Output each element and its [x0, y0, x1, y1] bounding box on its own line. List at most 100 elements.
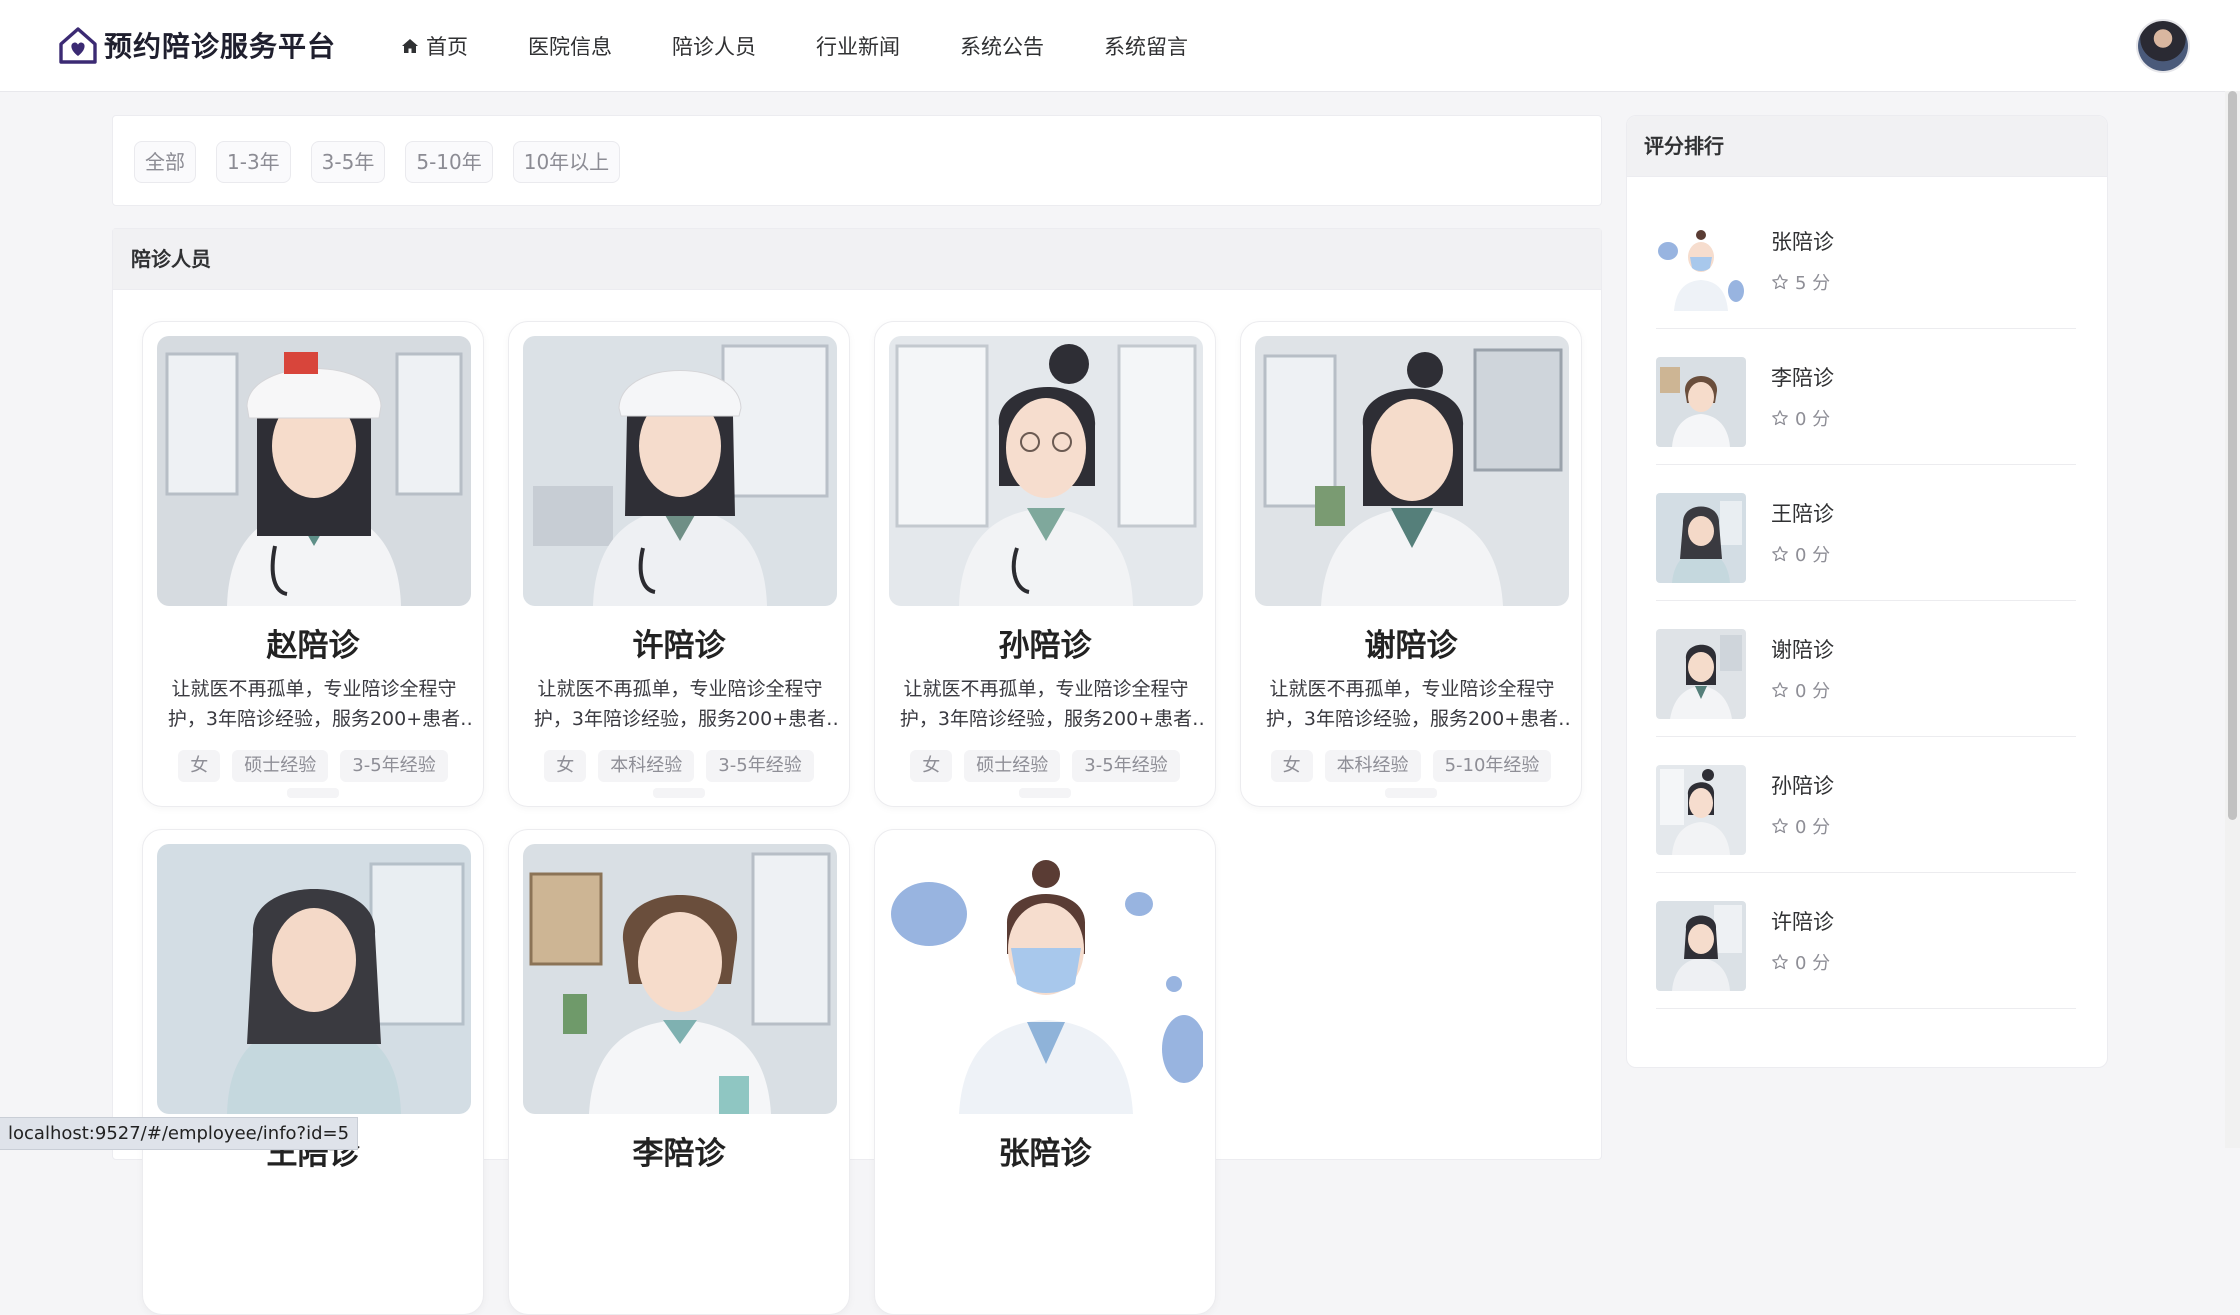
staff-name: 李陪诊	[632, 1136, 726, 1172]
staff-card[interactable]: 李陪诊	[508, 829, 850, 1315]
filter-10-plus-years[interactable]: 10年以上	[512, 141, 621, 183]
tag-gender: 女	[178, 750, 221, 782]
staff-photo	[523, 844, 837, 1114]
ranking-item[interactable]: 王陪诊 0 分	[1656, 464, 2076, 601]
staff-photo	[1255, 336, 1569, 606]
ranking-item[interactable]: 孙陪诊 0 分	[1656, 736, 2076, 873]
ranking-score: 0 分	[1771, 949, 1830, 975]
nav-system-message[interactable]: 系统留言	[1104, 31, 1188, 61]
house-heart-logo-icon	[59, 27, 97, 64]
filter-3-5-years[interactable]: 3-5年	[310, 141, 386, 183]
staff-name: 谢陪诊	[1364, 628, 1458, 664]
staff-name: 孙陪诊	[998, 628, 1092, 664]
scrollbar-thumb[interactable]	[2228, 91, 2237, 820]
rating-ranking-panel: 评分排行 张陪诊 5 分 李陪诊 0 分 王陪诊 0 分 谢陪诊 0 分 孙陪诊…	[1626, 115, 2108, 1068]
rating-ranking-heading: 评分排行	[1627, 116, 2107, 177]
staff-photo	[889, 844, 1203, 1114]
page-scrollbar[interactable]	[2225, 91, 2240, 1148]
tag-education: 硕士经验	[232, 750, 329, 782]
nav-hospital-info[interactable]: 医院信息	[528, 31, 612, 61]
staff-card[interactable]: 谢陪诊 让就医不再孤单，专业陪诊全程守护，3年陪诊经验，服务200+患者 … 女…	[1240, 321, 1582, 807]
filter-1-3-years[interactable]: 1-3年	[216, 141, 291, 183]
staff-name: 许陪诊	[632, 628, 726, 664]
ranking-score: 0 分	[1771, 677, 1830, 703]
star-outline-icon	[1772, 682, 1788, 698]
staff-panel-heading: 陪诊人员	[113, 229, 1601, 290]
nav-escort-staff[interactable]: 陪诊人员	[672, 31, 756, 61]
staff-photo	[157, 336, 471, 606]
tag-gender: 女	[544, 750, 587, 782]
ranking-name: 谢陪诊	[1771, 638, 1834, 662]
ranking-avatar	[1656, 357, 1746, 447]
nav-home[interactable]: 首页	[400, 31, 468, 61]
star-outline-icon	[1772, 546, 1788, 562]
nav-home-label: 首页	[426, 34, 468, 59]
star-outline-icon	[1772, 954, 1788, 970]
ranking-score: 0 分	[1771, 813, 1830, 839]
staff-photo	[889, 336, 1203, 606]
ranking-name: 孙陪诊	[1771, 774, 1834, 798]
staff-card[interactable]: 孙陪诊 让就医不再孤单，专业陪诊全程守护，3年陪诊经验，服务200+患者 … 女…	[874, 321, 1216, 807]
star-outline-icon	[1772, 410, 1788, 426]
ranking-name: 王陪诊	[1771, 502, 1834, 526]
link-status-bar: localhost:9527/#/employee/info?id=5	[0, 1117, 359, 1150]
ranking-score-value: 0 分	[1795, 817, 1831, 838]
experience-filter-bar: 全部 1-3年 3-5年 5-10年 10年以上	[112, 115, 1602, 206]
staff-description: 让就医不再孤单，专业陪诊全程守护，3年陪诊经验，服务200+患者 …	[899, 678, 1193, 730]
tag-experience: 5-10年经验	[1432, 750, 1552, 782]
ranking-name: 李陪诊	[1771, 366, 1834, 390]
tag-overflow	[653, 788, 705, 798]
staff-card[interactable]: 王陪诊	[142, 829, 484, 1315]
tag-education: 硕士经验	[964, 750, 1061, 782]
tag-experience: 3-5年经验	[340, 750, 448, 782]
ranking-item[interactable]: 谢陪诊 0 分	[1656, 600, 2076, 737]
ranking-score-value: 0 分	[1795, 409, 1831, 430]
ranking-item[interactable]: 张陪诊 5 分	[1656, 192, 2076, 329]
tag-education: 本科经验	[1324, 750, 1421, 782]
staff-description: 让就医不再孤单，专业陪诊全程守护，3年陪诊经验，服务200+患者 …	[1265, 678, 1559, 730]
ranking-item[interactable]: 许陪诊 0 分	[1656, 872, 2076, 1009]
app-title: 预约陪诊服务平台	[104, 30, 337, 63]
ranking-avatar	[1656, 629, 1746, 719]
main-nav: 首页 医院信息 陪诊人员 行业新闻 系统公告 系统留言	[400, 0, 1248, 91]
tag-experience: 3-5年经验	[706, 750, 814, 782]
tag-experience: 3-5年经验	[1072, 750, 1180, 782]
filter-all[interactable]: 全部	[134, 141, 196, 183]
star-outline-icon	[1772, 274, 1788, 290]
ranking-avatar	[1656, 493, 1746, 583]
ranking-score: 5 分	[1771, 269, 1830, 295]
ranking-avatar	[1656, 221, 1746, 311]
nav-system-notice[interactable]: 系统公告	[960, 31, 1044, 61]
ranking-name: 许陪诊	[1771, 910, 1834, 934]
tag-education: 本科经验	[598, 750, 695, 782]
brand[interactable]: 预约陪诊服务平台	[56, 22, 336, 68]
staff-panel: 陪诊人员 赵陪诊 让就医不再孤单，专业陪诊全程守护，3年陪诊经验，服务200+患…	[112, 228, 1602, 1315]
ranking-score: 0 分	[1771, 541, 1830, 567]
ranking-score: 0 分	[1771, 405, 1830, 431]
ranking-score-value: 0 分	[1795, 953, 1831, 974]
staff-photo	[157, 844, 471, 1114]
staff-name: 张陪诊	[998, 1136, 1092, 1172]
ranking-avatar	[1656, 765, 1746, 855]
tag-gender: 女	[910, 750, 953, 782]
nav-industry-news[interactable]: 行业新闻	[816, 31, 900, 61]
tag-gender: 女	[1270, 750, 1313, 782]
top-header: 预约陪诊服务平台 首页 医院信息 陪诊人员 行业新闻 系统公告 系统留言	[0, 0, 2240, 92]
home-icon	[402, 38, 418, 53]
ranking-score-value: 0 分	[1795, 545, 1831, 566]
staff-card[interactable]: 张陪诊	[874, 829, 1216, 1315]
ranking-score-value: 0 分	[1795, 681, 1831, 702]
tag-overflow	[1385, 788, 1437, 798]
staff-description: 让就医不再孤单，专业陪诊全程守护，3年陪诊经验，服务200+患者 …	[167, 678, 461, 730]
star-outline-icon	[1772, 818, 1788, 834]
filter-5-10-years[interactable]: 5-10年	[405, 141, 493, 183]
ranking-score-value: 5 分	[1795, 273, 1831, 294]
staff-card[interactable]: 赵陪诊 让就医不再孤单，专业陪诊全程守护，3年陪诊经验，服务200+患者 … 女…	[142, 321, 484, 807]
staff-card[interactable]: 许陪诊 让就医不再孤单，专业陪诊全程守护，3年陪诊经验，服务200+患者 … 女…	[508, 321, 850, 807]
ranking-item[interactable]: 李陪诊 0 分	[1656, 328, 2076, 465]
ranking-name: 张陪诊	[1771, 230, 1834, 254]
tag-overflow	[1019, 788, 1071, 798]
user-avatar[interactable]	[2138, 21, 2188, 71]
staff-description: 让就医不再孤单，专业陪诊全程守护，3年陪诊经验，服务200+患者 …	[533, 678, 827, 730]
staff-photo	[523, 336, 837, 606]
